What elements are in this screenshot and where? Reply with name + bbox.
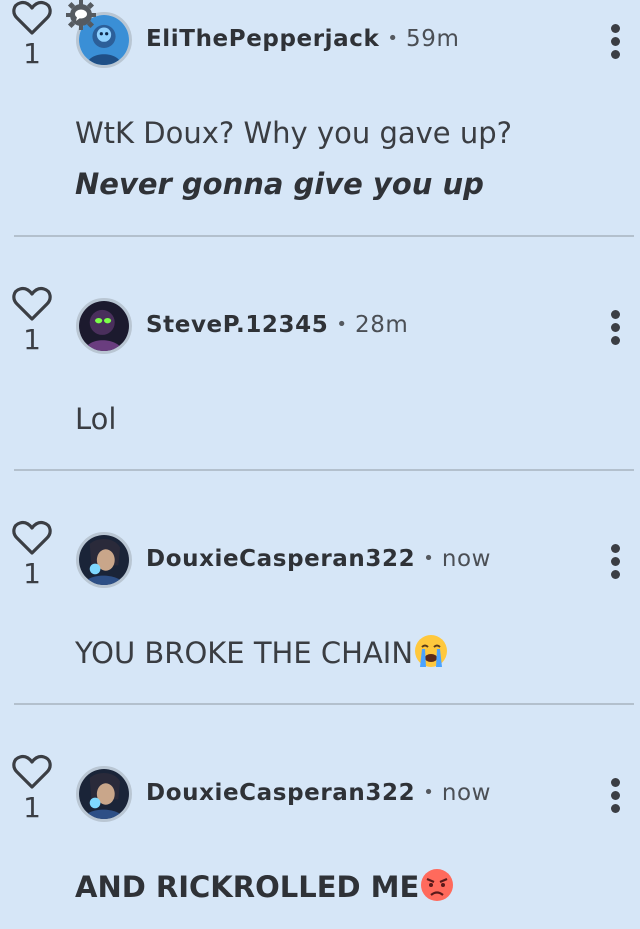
like-count: 1 xyxy=(23,791,41,824)
like-column: 1 xyxy=(12,286,52,354)
like-count: 1 xyxy=(23,323,41,356)
divider xyxy=(14,235,634,237)
separator-dot: • xyxy=(423,548,434,569)
username[interactable]: SteveP.12345 xyxy=(146,312,328,338)
comment-text: WtK Doux? Why you gave up? xyxy=(75,116,513,150)
more-options-icon[interactable] xyxy=(602,24,628,64)
heart-icon[interactable] xyxy=(12,0,52,36)
username[interactable]: DouxieCasperan322 xyxy=(146,780,415,806)
comment-header: SteveP.12345 • 28m xyxy=(146,312,408,338)
avatar[interactable] xyxy=(76,298,132,354)
like-column: 1 xyxy=(12,0,52,68)
like-column: 1 xyxy=(12,754,52,822)
timestamp: now xyxy=(441,546,492,572)
avatar[interactable] xyxy=(76,766,132,822)
more-options-icon[interactable] xyxy=(602,310,628,350)
comment-line: YOU BROKE THE CHAIN xyxy=(75,633,449,673)
timestamp: 28m xyxy=(354,312,409,338)
heart-icon[interactable] xyxy=(12,286,52,322)
comment-text: YOU BROKE THE CHAIN xyxy=(75,636,414,670)
angry-face-emoji-icon xyxy=(419,867,455,903)
heart-icon[interactable] xyxy=(12,520,52,556)
comment-text: Never gonna give you up xyxy=(75,167,484,201)
crying-face-emoji-icon xyxy=(413,633,449,669)
like-count: 1 xyxy=(23,37,41,70)
separator-dot: • xyxy=(336,314,347,335)
avatar[interactable] xyxy=(76,532,132,588)
separator-dot: • xyxy=(387,28,399,49)
timestamp: 59m xyxy=(406,26,460,52)
divider xyxy=(14,703,634,705)
username[interactable]: DouxieCasperan322 xyxy=(146,546,415,572)
like-column: 1 xyxy=(12,520,52,588)
like-count: 1 xyxy=(23,557,41,590)
more-options-icon[interactable] xyxy=(602,544,628,584)
more-options-icon[interactable] xyxy=(602,778,628,818)
comment-header: DouxieCasperan322 • now xyxy=(146,780,491,806)
divider xyxy=(14,469,634,471)
comment-line: AND RICKROLLED ME xyxy=(75,867,455,907)
comment-header: DouxieCasperan322 • now xyxy=(146,546,491,572)
chat-bubble-gear-icon xyxy=(66,0,96,30)
heart-icon[interactable] xyxy=(12,754,52,790)
username[interactable]: EliThePepperjack xyxy=(146,26,379,52)
separator-dot: • xyxy=(423,782,434,803)
timestamp: now xyxy=(441,780,492,806)
comment-text: Lol xyxy=(75,402,117,436)
comment-text: AND RICKROLLED ME xyxy=(75,870,420,904)
comment-header: EliThePepperjack • 59m xyxy=(146,26,460,52)
